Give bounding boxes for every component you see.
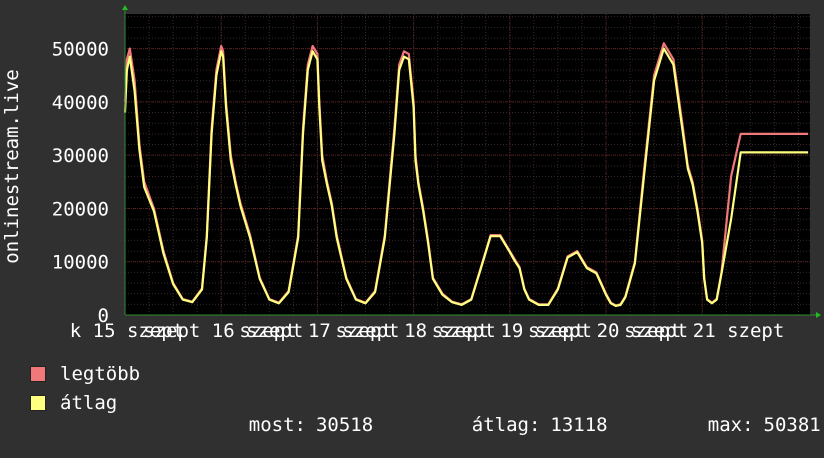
graph-panel: 0 10000 20000 30000 40000 50000 k 15 szept szep… (0, 0, 824, 436)
y-tick-label: 40000 (52, 92, 109, 114)
legend-label-avg: átlag (60, 392, 118, 414)
y-tick-label: 10000 (52, 252, 109, 274)
stat-maximum-value: 50381 (763, 414, 821, 436)
y-tick-label: 50000 (52, 39, 109, 61)
y-tick-label: 30000 (52, 145, 109, 167)
stat-average-value: 13118 (550, 414, 608, 436)
x-axis-arrow-icon (816, 312, 821, 318)
legend-swatch-max (30, 366, 46, 382)
stat-maximum: max: 50381 (662, 392, 821, 458)
legend-item-max: legtöbb (30, 363, 140, 385)
y-tick-label: 20000 (52, 198, 109, 220)
stat-average-label: átlag: (471, 414, 541, 436)
y-axis-arrow-icon (122, 5, 128, 10)
legend-label-max: legtöbb (60, 363, 141, 385)
x-tick-label: szept 21 szept (624, 320, 784, 342)
stat-current-label: most: (248, 414, 306, 436)
stat-current: most: 30518 (203, 392, 373, 458)
stat-average: átlag: 13118 (426, 392, 608, 458)
stat-maximum-label: max: (707, 414, 754, 436)
legend-swatch-avg (30, 395, 46, 411)
legend-item-avg: átlag (30, 392, 117, 414)
y-axis-label: onlinestream.live (1, 69, 23, 263)
stat-current-value: 30518 (315, 414, 374, 436)
traffic-chart: 01000020000300004000050000k 15 szeptszep… (1, 5, 821, 342)
